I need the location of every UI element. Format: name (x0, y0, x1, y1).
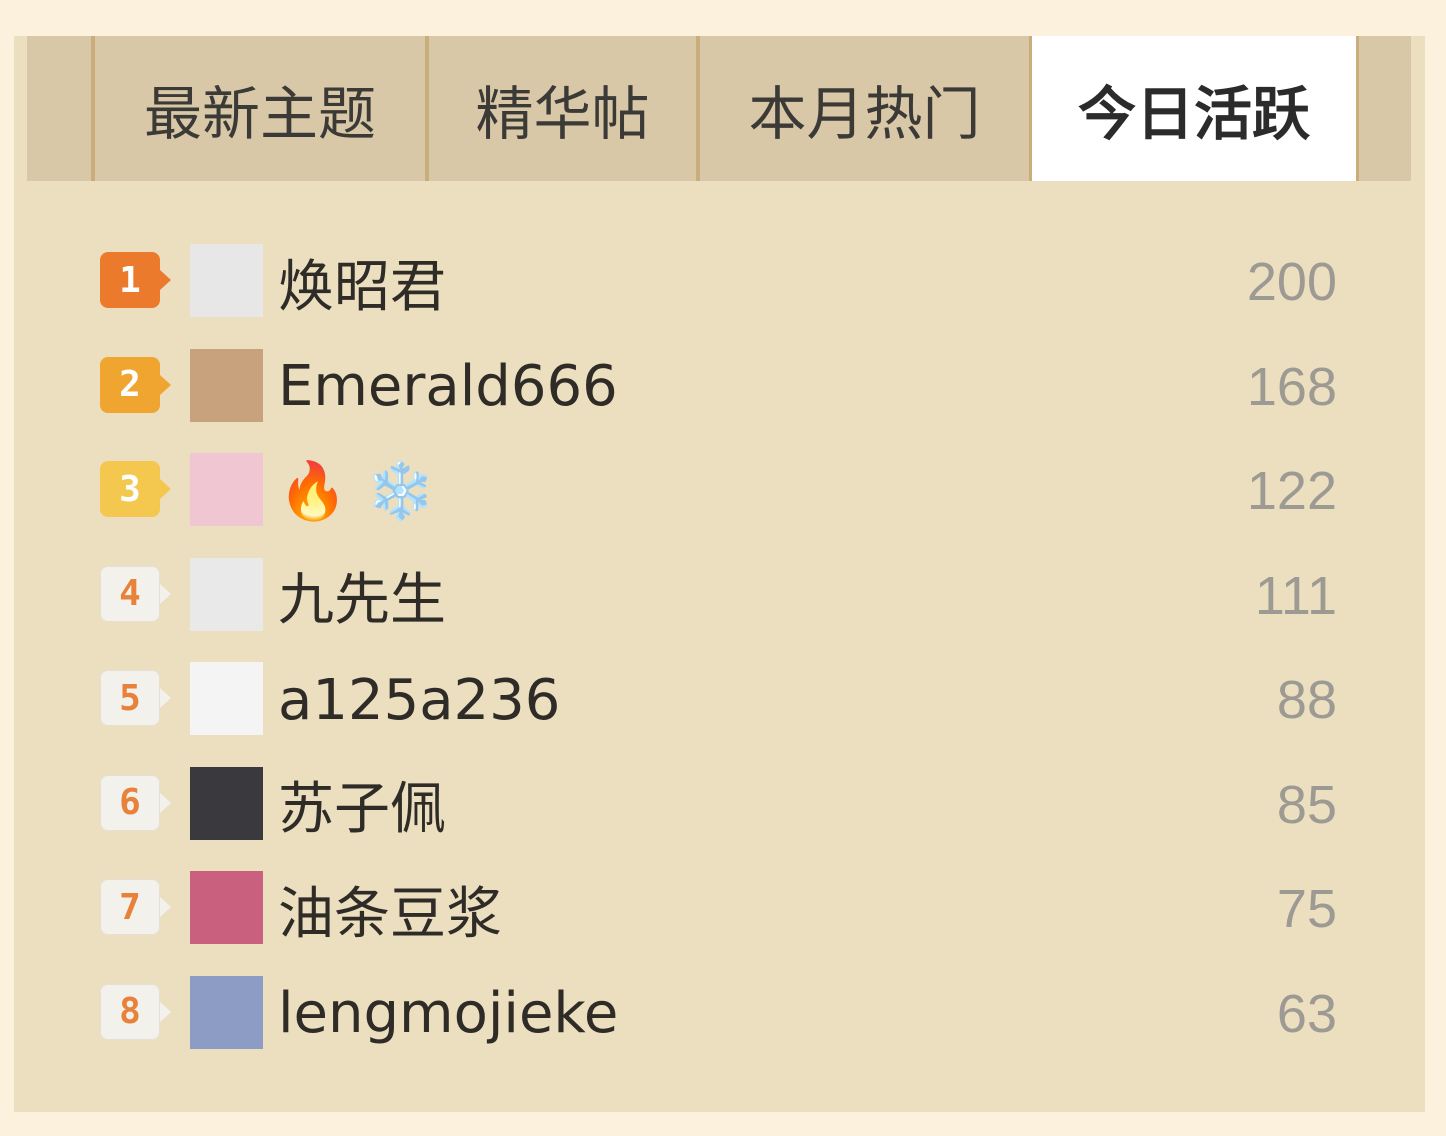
avatar[interactable] (190, 557, 263, 631)
avatar[interactable] (190, 348, 263, 422)
activity-score: 111 (1254, 565, 1337, 626)
avatar[interactable] (190, 453, 263, 526)
username[interactable]: Emerald666 (278, 347, 618, 427)
ranking-row[interactable]: 5 a125a236 88 (14, 648, 1425, 752)
tab-monthly-hot[interactable]: 本月热门 (696, 36, 1029, 181)
avatar[interactable] (190, 244, 263, 317)
rank-badge: 4 (100, 565, 171, 622)
tab-today-active[interactable]: 今日活跃 (1029, 36, 1359, 181)
activity-score: 85 (1276, 774, 1337, 835)
rank-badge: 5 (100, 670, 171, 726)
tab-bar: 最新主题 精华帖 本月热门 今日活跃 (27, 36, 1411, 181)
activity-score: 168 (1246, 356, 1337, 417)
tab-latest[interactable]: 最新主题 (91, 36, 425, 181)
rank-badge: 3 (100, 461, 171, 517)
ranking-row[interactable]: 8 lengmojieke 63 (14, 962, 1425, 1066)
username[interactable]: lengmojieke (278, 974, 618, 1054)
username[interactable]: 苏子佩 (278, 765, 446, 845)
ranking-row[interactable]: 7 油条豆浆 75 (14, 857, 1425, 961)
username[interactable]: 九先生 (278, 556, 446, 636)
rank-badge: 2 (100, 356, 171, 413)
avatar[interactable] (190, 766, 263, 840)
ranking-row[interactable]: 6 苏子佩 85 (14, 753, 1425, 857)
activity-score: 63 (1276, 983, 1337, 1044)
activity-score: 200 (1246, 252, 1337, 312)
avatar[interactable] (190, 871, 263, 944)
rank-badge: 1 (100, 252, 171, 308)
activity-score: 88 (1276, 670, 1337, 730)
leaderboard-panel: 最新主题 精华帖 本月热门 今日活跃 1 焕昭君 200 2 Emerald666 168… (14, 36, 1425, 1112)
activity-score: 122 (1246, 461, 1337, 521)
username[interactable]: a125a236 (278, 660, 560, 740)
rank-badge: 7 (100, 879, 171, 935)
rank-badge: 6 (100, 774, 171, 831)
avatar[interactable] (190, 975, 263, 1049)
username[interactable]: 油条豆浆 (278, 869, 502, 949)
tab-featured[interactable]: 精华帖 (425, 36, 696, 181)
ranking-row[interactable]: 3 🔥 ❄️ 122 (14, 439, 1425, 543)
activity-score: 75 (1276, 879, 1337, 939)
ranking-row[interactable]: 4 九先生 111 (14, 544, 1425, 648)
ranking-row[interactable]: 2 Emerald666 168 (14, 335, 1425, 439)
username[interactable]: 🔥 ❄️ (278, 451, 435, 531)
username[interactable]: 焕昭君 (278, 242, 446, 322)
avatar[interactable] (190, 662, 263, 735)
rank-badge: 8 (100, 983, 171, 1040)
ranking-row[interactable]: 1 焕昭君 200 (14, 230, 1425, 334)
